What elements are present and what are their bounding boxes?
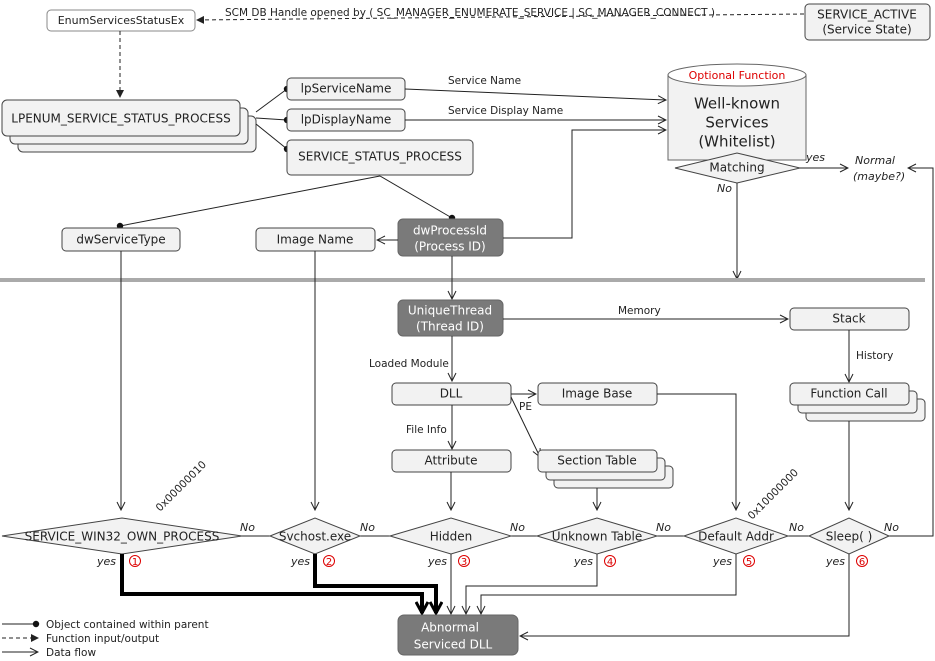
file-info-edge-label: File Info [406,424,447,436]
unique-thread-node: UniqueThread (Thread ID) [397,299,504,337]
well-known-services-whitelist: Optional Function Well-known Services (W… [667,63,807,161]
service-status-process-node: SERVICE_STATUS_PROCESS [286,139,474,176]
svg-text:Serviced DLL: Serviced DLL [414,638,493,652]
svg-text:Attribute: Attribute [425,454,478,468]
service-display-name-edge-label: Service Display Name [448,105,563,117]
section-table-node: Section Table [537,449,674,489]
function-call-node: Function Call [789,382,926,422]
svg-text:Image Name: Image Name [277,233,354,247]
abnormal-serviced-dll-result: Abnormal Serviced DLL [397,614,519,656]
svg-text:DLL: DLL [440,387,463,401]
no-label: No [789,521,804,534]
dll-node: DLL [391,382,512,406]
svg-text:1: 1 [132,557,138,568]
svg-text:Default Addr: Default Addr [698,530,774,544]
svg-text:SERVICE_WIN32_OWN_PROCESS: SERVICE_WIN32_OWN_PROCESS [25,530,220,544]
no-label: No [510,521,525,534]
no-label: No [360,521,375,534]
scm-handle-label: SCM DB Handle opened by ( SC_MANAGER_ENU… [225,7,715,19]
check-sleep: Sleep( ) [807,517,891,555]
check-own-process: SERVICE_WIN32_OWN_PROCESS [1,517,243,555]
yes-labels: yes yes yes yes yes yes [96,555,845,568]
svg-text:Services: Services [705,114,768,132]
matching-no-label: No [717,182,732,195]
svg-text:3: 3 [461,557,467,568]
normal-result: Normal [855,154,895,167]
svg-text:Unknown Table: Unknown Table [552,530,643,544]
svg-text:6: 6 [859,557,865,568]
svg-text:EnumServicesStatusEx: EnumServicesStatusEx [58,14,185,27]
enum-services-status-ex-node: EnumServicesStatusEx [46,9,196,32]
svg-text:yes: yes [825,555,845,568]
svg-text:Image Base: Image Base [562,387,633,401]
legend-function-io: Function input/output [46,633,159,645]
attribute-node: Attribute [391,449,512,473]
no-label: No [656,521,671,534]
dw-process-id-node: dwProcessId (Process ID) [397,218,504,257]
diagram: EnumServicesStatusEx SCM DB Handle opene… [0,3,934,659]
check-default-addr: Default Addr [682,517,790,555]
memory-edge-label: Memory [618,305,661,317]
default-addr-hex-label: 0x10000000 [746,467,801,522]
matching-yes-label: yes [805,151,825,164]
svg-text:4: 4 [607,557,613,568]
svg-text:Matching: Matching [709,161,764,175]
legend-data-flow: Data flow [46,647,96,659]
section-divider [0,278,925,282]
pe-edge-label: PE [519,401,532,413]
svg-text:LPENUM_SERVICE_STATUS_PROCESS: LPENUM_SERVICE_STATUS_PROCESS [11,112,230,126]
svg-text:dwServiceType: dwServiceType [76,233,165,247]
svg-text:Function Call: Function Call [810,387,887,401]
svg-text:lpDisplayName: lpDisplayName [301,113,392,127]
svg-text:5: 5 [746,557,752,568]
svg-text:Svchost.exe: Svchost.exe [279,530,351,544]
check-svchost: Svchost.exe [268,517,362,555]
svg-text:yes: yes [427,555,447,568]
svg-text:(Thread ID): (Thread ID) [416,320,484,334]
lp-service-name-node: lpServiceName [286,77,406,101]
svg-text:yes: yes [712,555,732,568]
svg-text:SERVICE_ACTIVE: SERVICE_ACTIVE [817,8,917,22]
svg-text:Section Table: Section Table [557,454,636,468]
legend-containment: Object contained within parent [46,619,209,631]
stack-node: Stack [789,307,910,331]
no-label: No [884,521,899,534]
normal-result-maybe: (maybe?) [853,170,905,183]
svg-text:(Whitelist): (Whitelist) [698,133,775,151]
svg-text:Well-known: Well-known [694,95,780,113]
svg-text:2: 2 [326,557,332,568]
svg-text:lpServiceName: lpServiceName [301,82,392,96]
optional-function-label: Optional Function [689,69,786,82]
lpenum-service-status-process-node: LPENUM_SERVICE_STATUS_PROCESS [1,99,257,153]
check-hidden: Hidden [388,517,513,555]
svg-text:UniqueThread: UniqueThread [408,304,492,318]
history-edge-label: History [856,350,893,362]
legend: Object contained within parent Function … [2,619,209,659]
image-base-node: Image Base [537,382,658,406]
svg-text:SERVICE_STATUS_PROCESS: SERVICE_STATUS_PROCESS [298,150,462,164]
service-active-node: SERVICE_ACTIVE (Service State) [804,3,931,41]
image-name-node: Image Name [255,227,376,252]
svg-text:yes: yes [573,555,593,568]
svg-text:(Process ID): (Process ID) [414,240,485,254]
lp-display-name-node: lpDisplayName [286,108,406,132]
own-process-hex-label: 0x00000010 [154,459,209,514]
svg-text:Stack: Stack [832,312,865,326]
service-name-edge-label: Service Name [448,75,521,87]
svg-text:yes: yes [96,555,116,568]
svg-text:Hidden: Hidden [430,530,473,544]
svg-text:yes: yes [290,555,310,568]
svg-text:(Service State): (Service State) [822,23,911,37]
svg-text:Sleep( ): Sleep( ) [826,530,873,544]
dw-service-type-node: dwServiceType [61,227,181,252]
step-numbers: 1 2 3 4 5 6 [129,555,868,568]
svg-text:dwProcessId: dwProcessId [413,224,487,238]
loaded-module-edge-label: Loaded Module [369,358,449,370]
svg-text:Abnormal: Abnormal [421,621,479,635]
no-label: No [240,521,255,534]
check-unknown-table: Unknown Table [535,517,659,555]
